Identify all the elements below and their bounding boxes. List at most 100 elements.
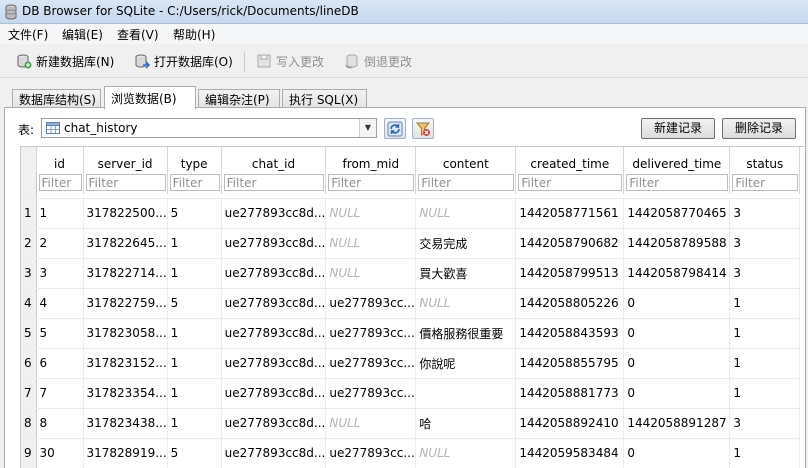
table-cell[interactable]: 5 <box>167 198 222 229</box>
table-cell[interactable]: ue277893cc... <box>325 438 417 468</box>
table-cell[interactable]: 交易完成 <box>415 228 517 259</box>
open-database-button[interactable]: 打开数据库(O) <box>134 52 233 70</box>
column-header[interactable]: server_id <box>83 147 168 173</box>
table-cell[interactable]: 1 <box>167 258 222 289</box>
table-cell[interactable]: NULL <box>415 438 517 468</box>
table-cell[interactable]: 1442058790682 <box>515 228 625 259</box>
column-header[interactable]: id <box>36 147 84 173</box>
table-cell[interactable]: 1 <box>729 318 801 349</box>
column-header[interactable]: type <box>167 147 222 173</box>
filter-input[interactable] <box>223 174 325 191</box>
column-header[interactable]: chat_id <box>221 147 327 173</box>
table-cell[interactable]: ue277893cc8d... <box>221 258 327 289</box>
table-cell[interactable]: 1442058771561 <box>515 198 625 229</box>
table-cell[interactable]: 1442058843593 <box>515 318 625 349</box>
filter-input[interactable] <box>418 174 515 191</box>
table-cell[interactable]: 317822500... <box>83 198 168 229</box>
table-cell[interactable]: 1 <box>167 408 222 439</box>
table-cell[interactable]: 你說呢 <box>415 348 517 379</box>
table-cell[interactable]: 1 <box>729 348 801 379</box>
table-cell[interactable]: 6 <box>36 348 84 379</box>
filter-input[interactable] <box>85 174 166 191</box>
table-cell[interactable]: 3 <box>36 258 84 289</box>
table-cell[interactable]: 317828919... <box>83 438 168 468</box>
table-cell[interactable]: 1442058891287 <box>623 408 731 439</box>
table-cell[interactable]: 1 <box>167 378 222 409</box>
column-header[interactable]: status <box>729 147 801 173</box>
table-cell[interactable]: NULL <box>415 198 517 229</box>
table-cell[interactable] <box>415 378 517 409</box>
table-cell[interactable]: 1442058892410 <box>515 408 625 439</box>
table-cell[interactable]: 7 <box>36 378 84 409</box>
table-cell[interactable]: 5 <box>167 438 222 468</box>
row-number[interactable]: 8 <box>21 408 37 439</box>
table-cell[interactable]: 1 <box>167 348 222 379</box>
table-cell[interactable]: 4 <box>36 288 84 319</box>
table-cell[interactable]: ue277893cc8d... <box>221 408 327 439</box>
menu-help[interactable]: 帮助(H) <box>173 26 215 43</box>
table-cell[interactable]: 1442058770465 <box>623 198 731 229</box>
table-row[interactable]: 3 3 317822714... 1 ue277893cc8d... NULL 買大歡喜 14… <box>21 258 801 289</box>
tab-execute-sql[interactable]: 执行 SQL(X) <box>282 89 367 108</box>
table-row[interactable]: 6 6 317823152... 1 ue277893cc8d... ue277893cc… <box>21 348 801 379</box>
delete-record-button[interactable]: 删除记录 <box>722 118 796 139</box>
table-cell[interactable]: 317822714... <box>83 258 168 289</box>
column-header[interactable]: created_time <box>515 147 625 173</box>
column-header[interactable]: delivered_time <box>623 147 731 173</box>
table-row[interactable]: 1 1 317822500... 5 ue277893cc8d... NULL NULL 14… <box>21 198 801 229</box>
table-cell[interactable]: ue277893cc... <box>325 348 417 379</box>
table-cell[interactable]: 3 <box>729 258 801 289</box>
table-cell[interactable]: 5 <box>167 288 222 319</box>
table-cell[interactable]: 1442058798414 <box>623 258 731 289</box>
table-cell[interactable]: ue277893cc8d... <box>221 318 327 349</box>
table-cell[interactable]: 1442058789588 <box>623 228 731 259</box>
filter-input[interactable] <box>732 174 799 191</box>
table-cell[interactable]: 3 <box>729 408 801 439</box>
write-changes-button[interactable]: 写入更改 <box>256 52 324 70</box>
table-cell[interactable]: 哈 <box>415 408 517 439</box>
table-cell[interactable]: 1442059583484 <box>515 438 625 468</box>
row-number[interactable]: 5 <box>21 318 37 349</box>
table-cell[interactable]: 0 <box>623 378 731 409</box>
table-cell[interactable]: NULL <box>415 288 517 319</box>
menu-view[interactable]: 查看(V) <box>117 26 159 43</box>
table-cell[interactable]: 317822759... <box>83 288 168 319</box>
table-cell[interactable]: 0 <box>623 288 731 319</box>
table-cell[interactable]: 5 <box>36 318 84 349</box>
table-cell[interactable]: 1442058881773 <box>515 378 625 409</box>
row-number[interactable]: 7 <box>21 378 37 409</box>
row-number[interactable]: 1 <box>21 198 37 229</box>
column-header[interactable]: content <box>415 147 517 173</box>
filter-input[interactable] <box>328 174 415 191</box>
table-row[interactable]: 4 4 317822759... 5 ue277893cc8d... ue277893cc… <box>21 288 801 319</box>
filter-input[interactable] <box>169 174 220 191</box>
row-number[interactable]: 3 <box>21 258 37 289</box>
table-cell[interactable]: NULL <box>325 198 417 229</box>
table-row[interactable]: 8 8 317823438... 1 ue277893cc8d... NULL 哈 14420… <box>21 408 801 439</box>
table-cell[interactable]: 2 <box>36 228 84 259</box>
new-record-button[interactable]: 新建记录 <box>641 118 715 139</box>
new-database-button[interactable]: 新建数据库(N) <box>16 52 114 70</box>
tab-database-structure[interactable]: 数据库结构(S) <box>12 89 101 108</box>
table-selector[interactable]: chat_history ▼ <box>41 118 377 138</box>
table-cell[interactable]: ue277893cc8d... <box>221 378 327 409</box>
clear-filters-button[interactable] <box>412 118 434 139</box>
chevron-down-icon[interactable]: ▼ <box>359 119 376 137</box>
table-cell[interactable]: 1 <box>167 228 222 259</box>
table-cell[interactable]: 317823354... <box>83 378 168 409</box>
table-cell[interactable]: 3 <box>729 228 801 259</box>
table-cell[interactable]: 0 <box>623 438 731 468</box>
table-cell[interactable]: 317823152... <box>83 348 168 379</box>
table-cell[interactable]: 買大歡喜 <box>415 258 517 289</box>
table-cell[interactable]: 0 <box>623 318 731 349</box>
table-cell[interactable]: ue277893cc... <box>325 288 417 319</box>
table-cell[interactable]: 1442058855795 <box>515 348 625 379</box>
table-row[interactable]: 9 30 317828919... 5 ue277893cc8d... ue277893c… <box>21 438 801 468</box>
table-cell[interactable]: 8 <box>36 408 84 439</box>
row-number[interactable]: 2 <box>21 228 37 259</box>
corner-header[interactable] <box>21 147 37 173</box>
table-cell[interactable]: 1 <box>167 318 222 349</box>
table-cell[interactable]: 30 <box>36 438 84 468</box>
menu-edit[interactable]: 编辑(E) <box>62 26 103 43</box>
table-cell[interactable]: ue277893cc8d... <box>221 228 327 259</box>
